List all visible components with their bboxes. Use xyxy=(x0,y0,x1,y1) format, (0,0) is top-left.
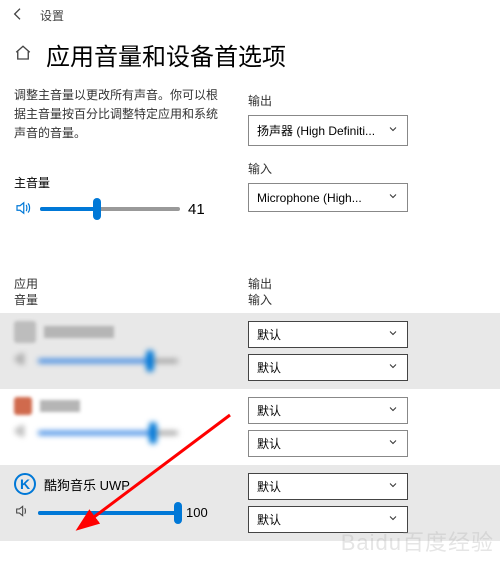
speaker-icon[interactable] xyxy=(14,423,30,442)
app-row: 默认 默认 xyxy=(0,389,500,465)
app-volume-slider[interactable] xyxy=(38,431,178,435)
app-name: 酷狗音乐 UWP xyxy=(44,475,130,494)
window-title: 设置 xyxy=(40,7,64,24)
watermark: Baidu百度经验 xyxy=(341,525,494,557)
app-output-dropdown[interactable]: 默认 xyxy=(248,321,408,348)
app-output-dropdown[interactable]: 默认 xyxy=(248,473,408,500)
input-device-value: Microphone (High... xyxy=(257,191,362,205)
apps-col-header-in: 输入 xyxy=(248,292,486,309)
apps-col-header-out: 输出 xyxy=(248,276,486,293)
app-input-value: 默认 xyxy=(257,435,281,452)
chevron-down-icon xyxy=(387,327,399,342)
app-icon xyxy=(14,321,36,343)
speaker-icon[interactable] xyxy=(14,503,30,522)
app-output-value: 默认 xyxy=(257,402,281,419)
app-volume-value: 100 xyxy=(186,505,214,520)
app-name xyxy=(40,400,80,412)
output-device-dropdown[interactable]: 扬声器 (High Definiti... xyxy=(248,115,408,146)
app-input-value: 默认 xyxy=(257,511,281,528)
app-input-value: 默认 xyxy=(257,359,281,376)
apps-col-header-app: 应用 xyxy=(14,276,224,293)
chevron-down-icon xyxy=(387,360,399,375)
speaker-icon[interactable] xyxy=(14,351,30,370)
master-volume-slider[interactable] xyxy=(40,207,180,211)
input-label: 输入 xyxy=(248,160,486,177)
app-name xyxy=(44,326,114,338)
speaker-icon[interactable] xyxy=(14,199,32,220)
app-input-dropdown[interactable]: 默认 xyxy=(248,430,408,457)
back-icon[interactable] xyxy=(10,6,26,25)
chevron-down-icon xyxy=(387,403,399,418)
app-output-value: 默认 xyxy=(257,478,281,495)
apps-col-header-vol: 音量 xyxy=(14,292,224,309)
kugou-icon: K xyxy=(14,473,36,495)
chevron-down-icon xyxy=(387,123,399,138)
output-label: 输出 xyxy=(248,92,486,109)
app-output-value: 默认 xyxy=(257,326,281,343)
page-title: 应用音量和设备首选项 xyxy=(46,37,286,72)
chevron-down-icon xyxy=(387,479,399,494)
app-volume-slider[interactable] xyxy=(38,359,178,363)
app-volume-slider[interactable] xyxy=(38,511,178,515)
app-output-dropdown[interactable]: 默认 xyxy=(248,397,408,424)
app-input-dropdown[interactable]: 默认 xyxy=(248,354,408,381)
app-icon xyxy=(14,397,32,415)
master-volume-value: 41 xyxy=(188,201,216,218)
description-text: 调整主音量以更改所有声音。你可以根据主音量按百分比调整特定应用和系统声音的音量。 xyxy=(14,86,224,144)
output-device-value: 扬声器 (High Definiti... xyxy=(257,122,375,139)
app-row: 默认 默认 xyxy=(0,313,500,389)
input-device-dropdown[interactable]: Microphone (High... xyxy=(248,183,408,212)
home-icon[interactable] xyxy=(14,44,32,65)
master-volume-label: 主音量 xyxy=(14,174,224,191)
chevron-down-icon xyxy=(387,436,399,451)
chevron-down-icon xyxy=(387,190,399,205)
